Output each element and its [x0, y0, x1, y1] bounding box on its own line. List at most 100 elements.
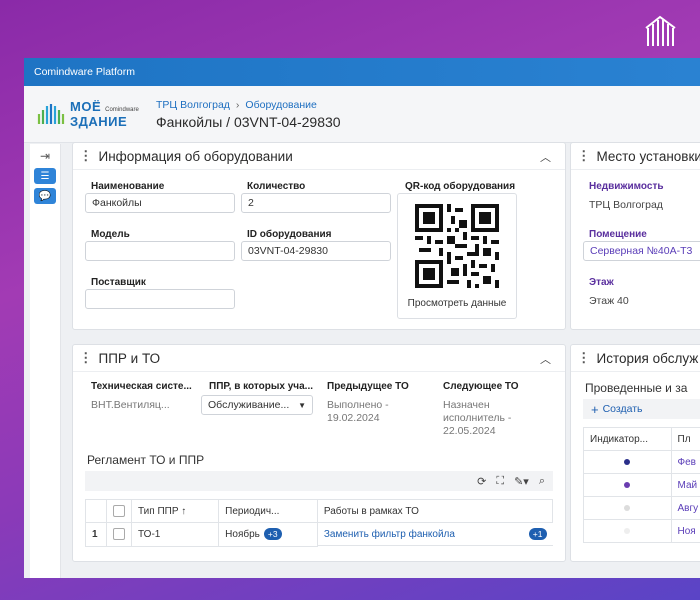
- indicator-dot-icon: [624, 527, 631, 534]
- name-label: Наименование: [91, 181, 165, 192]
- select-all-checkbox[interactable]: [113, 505, 125, 517]
- indicator-dot-icon: [624, 458, 631, 465]
- next-maintenance-label: Следующее ТО: [443, 381, 519, 392]
- history-subtitle: Проведенные и за: [585, 381, 688, 395]
- ppr-panel: ⋮ ППР и ТО ︿ Техническая систе... ВНТ.Вент…: [72, 344, 566, 562]
- column-header-plan[interactable]: Пл: [670, 427, 700, 451]
- app-title: Comindware Platform: [34, 66, 135, 78]
- name-field[interactable]: Фанкойлы: [85, 193, 235, 213]
- table-row[interactable]: Ноя: [583, 519, 700, 543]
- prev-maintenance-date: 19.02.2024: [327, 412, 380, 424]
- left-sidebar: ⇥ ☰ 💬: [30, 144, 61, 578]
- chat-icon[interactable]: 💬: [34, 188, 56, 204]
- table-row[interactable]: Авгу: [583, 496, 700, 520]
- floor-link[interactable]: Этаж 40: [589, 295, 629, 308]
- brand-line1: МОЁ: [70, 99, 102, 114]
- model-label: Модель: [91, 229, 130, 240]
- qr-card[interactable]: Просмотреть данные: [397, 193, 517, 319]
- column-header-period[interactable]: Периодич...: [218, 499, 318, 523]
- plus-icon: +: [591, 401, 599, 417]
- supplier-label: Поставщик: [91, 277, 146, 288]
- row-works-link[interactable]: Заменить фильтр фанкойла: [324, 529, 455, 540]
- brand-building-icon: [37, 104, 65, 124]
- property-link[interactable]: ТРЦ Волгоград: [589, 199, 663, 212]
- next-maintenance-assignee: исполнитель -: [443, 412, 512, 424]
- column-header-works[interactable]: Работы в рамках ТО: [316, 499, 554, 523]
- drag-handle-icon[interactable]: ⋮: [79, 148, 93, 164]
- table-row[interactable]: 1 ТО-1 Ноябрь +3 Заменить фильтр фанкойла…: [85, 522, 553, 547]
- drag-handle-icon[interactable]: ⋮: [79, 350, 93, 366]
- edit-icon[interactable]: ✎▾: [514, 475, 529, 488]
- app-topbar: Comindware Platform: [24, 58, 700, 86]
- ppr-select[interactable]: Обслуживание... ▼: [201, 395, 313, 415]
- row-checkbox[interactable]: [113, 528, 125, 541]
- breadcrumb: ТРЦ Волгоград › Оборудование Фанкойлы / …: [156, 99, 341, 130]
- panel-title: ППР и ТО: [98, 350, 161, 366]
- refresh-icon[interactable]: ⟳: [477, 475, 486, 488]
- equipment-id-field[interactable]: 03VNT-04-29830: [241, 241, 391, 261]
- fullscreen-icon[interactable]: ⛶: [496, 475, 504, 488]
- property-label: Недвижимость: [589, 181, 664, 192]
- panel-title: Информация об оборудовании: [98, 148, 293, 164]
- search-icon[interactable]: ⌕: [539, 475, 545, 488]
- brand-line2: ЗДАНИЕ: [70, 114, 128, 129]
- plan-cell: Фев: [670, 450, 700, 474]
- expand-sidebar-icon[interactable]: ⇥: [34, 148, 56, 164]
- panel-title: Место установки: [596, 148, 700, 164]
- menu-list-icon[interactable]: ☰: [34, 168, 56, 184]
- room-field[interactable]: Серверная №40А-Т3: [583, 241, 700, 261]
- prev-maintenance-status: Выполнено -: [327, 399, 389, 411]
- plan-cell: Ноя: [670, 519, 700, 543]
- qr-code-icon: [415, 204, 499, 288]
- breadcrumb-separator: ›: [235, 98, 240, 111]
- indicator-dot-icon: [624, 504, 631, 511]
- room-label: Помещение: [589, 229, 647, 240]
- building-logo-icon: [645, 15, 676, 46]
- breadcrumb-item-equipment[interactable]: Оборудование: [245, 99, 316, 111]
- history-panel: ⋮ История обслуж Проведенные и за + Созда…: [570, 344, 700, 562]
- column-header-type[interactable]: Тип ППР ↑: [130, 499, 220, 523]
- next-maintenance-status: Назначен: [443, 399, 490, 411]
- grid-toolbar: ⟳ ⛶ ✎▾ ⌕: [85, 471, 553, 491]
- table-header-row: Тип ППР ↑ Периодич... Работы в рамках ТО: [85, 499, 554, 523]
- quantity-field[interactable]: 2: [241, 193, 391, 213]
- drag-handle-icon[interactable]: ⋮: [577, 148, 591, 164]
- period-count-badge[interactable]: +3: [263, 528, 282, 541]
- collapse-chevron-icon[interactable]: ︿: [540, 149, 551, 165]
- breadcrumb-item-mall[interactable]: ТРЦ Волгоград: [156, 99, 230, 111]
- ppr-select-value: Обслуживание...: [208, 399, 290, 411]
- app-window: Comindware Platform МОЁ Comindware ЗДАНИЕ: [24, 58, 700, 578]
- brand-sub: Comindware: [105, 107, 139, 113]
- history-table: Индикатор... Пл Фев Май Авгу Ноя: [583, 427, 700, 543]
- reglament-title: Регламент ТО и ППР: [87, 453, 205, 467]
- page-header: МОЁ Comindware ЗДАНИЕ ТРЦ Волгоград › Обо…: [24, 86, 700, 143]
- table-header-row: Индикатор... Пл: [583, 427, 700, 451]
- page-title: Фанкойлы / 03VNT-04-29830: [156, 113, 341, 130]
- table-row[interactable]: Май: [583, 473, 700, 497]
- floor-label: Этаж: [589, 277, 614, 288]
- chevron-down-icon: ▼: [298, 400, 306, 410]
- row-type: ТО-1: [130, 522, 220, 547]
- drag-handle-icon[interactable]: ⋮: [577, 350, 591, 366]
- works-count-badge[interactable]: +1: [528, 528, 547, 540]
- ppr-label: ППР, в которых уча...: [209, 381, 314, 392]
- tech-system-label: Техническая систе...: [91, 381, 192, 392]
- equipment-id-label: ID оборудования: [247, 229, 332, 240]
- indicator-dot-icon: [624, 481, 631, 488]
- brand-logo[interactable]: МОЁ Comindware ЗДАНИЕ: [36, 99, 146, 129]
- create-button[interactable]: + Создать: [583, 399, 700, 419]
- table-row[interactable]: Фев: [583, 450, 700, 474]
- column-header-indicator[interactable]: Индикатор...: [583, 427, 672, 451]
- location-panel: ⋮ Место установки Недвижимость ТРЦ Волгог…: [570, 142, 700, 330]
- collapse-chevron-icon[interactable]: ︿: [540, 351, 551, 367]
- plan-cell: Май: [670, 473, 700, 497]
- view-data-link[interactable]: Просмотреть данные: [398, 298, 516, 309]
- create-button-label: Создать: [602, 403, 643, 415]
- tech-system-value: ВНТ.Вентиляц...: [91, 399, 170, 411]
- quantity-label: Количество: [247, 181, 306, 192]
- equipment-info-panel: ⋮ Информация об оборудовании ︿ Наименовани…: [72, 142, 566, 330]
- supplier-field[interactable]: [85, 289, 235, 309]
- reglament-table: Тип ППР ↑ Периодич... Работы в рамках ТО…: [85, 499, 554, 547]
- qr-label: QR-код оборудования: [405, 181, 516, 192]
- model-field[interactable]: [85, 241, 235, 261]
